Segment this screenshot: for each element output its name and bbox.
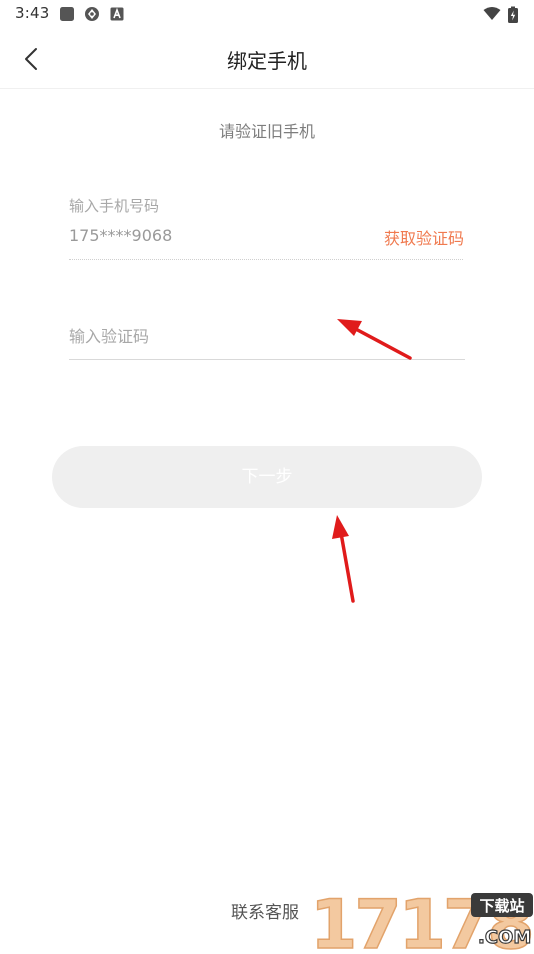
a-letter-icon bbox=[109, 6, 125, 22]
page-title: 绑定手机 bbox=[227, 49, 307, 73]
status-bar: 3:43 bbox=[0, 0, 534, 28]
get-verification-code-button[interactable]: 获取验证码 bbox=[384, 225, 464, 249]
header: 绑定手机 bbox=[0, 30, 534, 89]
app-notification-icon bbox=[84, 6, 100, 22]
site-watermark-logo: 17178 下载站 .COM bbox=[308, 880, 534, 954]
arrow-to-next-button bbox=[332, 515, 355, 603]
verification-code-input[interactable] bbox=[69, 316, 463, 356]
phone-field-label: 输入手机号码 bbox=[69, 197, 160, 215]
phone-number-value: 175****9068 bbox=[69, 226, 173, 245]
status-time: 3:43 bbox=[15, 4, 50, 22]
wifi-icon bbox=[483, 6, 501, 22]
contact-customer-service-link[interactable]: 联系客服 bbox=[231, 898, 299, 923]
verify-old-phone-subtitle: 请验证旧手机 bbox=[218, 122, 315, 141]
notification-square-icon bbox=[59, 6, 75, 22]
watermark-badge: 下载站 bbox=[479, 897, 524, 915]
code-field-divider bbox=[69, 359, 465, 360]
next-step-button[interactable]: 下一步 bbox=[52, 446, 482, 508]
battery-charging-icon bbox=[507, 6, 519, 23]
phone-field-divider bbox=[69, 259, 463, 260]
watermark-domain: .COM bbox=[478, 927, 531, 948]
